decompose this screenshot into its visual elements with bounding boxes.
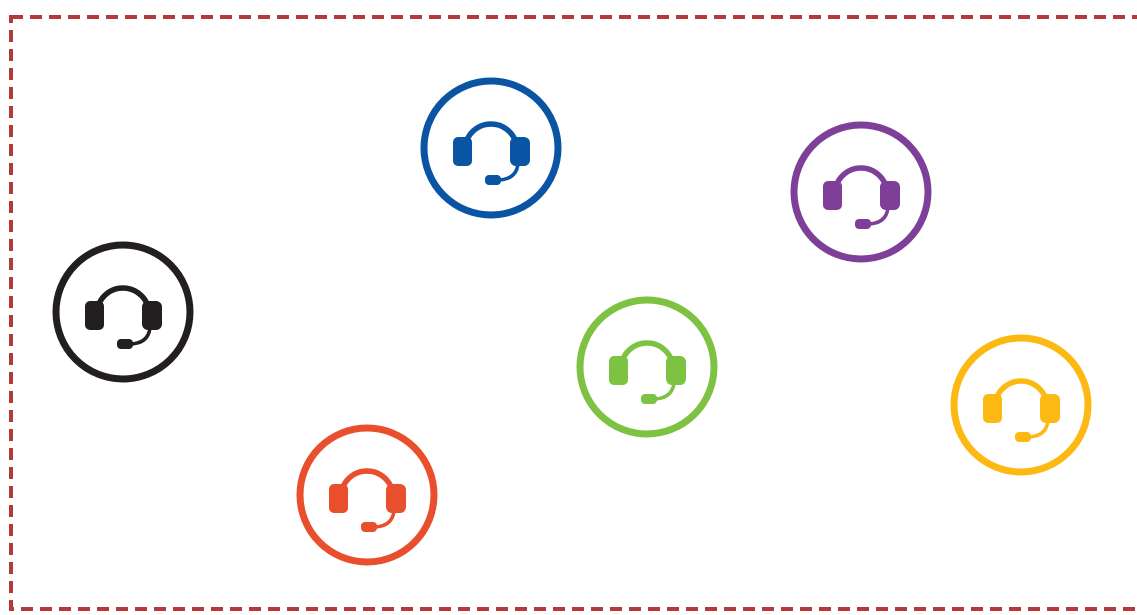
ring: [296, 424, 438, 566]
headset-purple: [790, 121, 932, 263]
headset-black: [52, 241, 194, 383]
headset-orange: [296, 424, 438, 566]
ring: [576, 296, 718, 438]
headset-icon: [85, 285, 162, 349]
headset-yellow: [950, 334, 1092, 476]
headsets-layer: [52, 77, 1092, 566]
headset-green: [576, 296, 718, 438]
ring: [52, 241, 194, 383]
intercom-diagram: [9, 15, 1137, 611]
ring: [420, 77, 562, 219]
headset-icon: [823, 165, 900, 229]
headset-icon: [983, 378, 1060, 442]
ring: [950, 334, 1092, 476]
headset-icon: [609, 340, 686, 404]
headset-icon: [329, 468, 406, 532]
headset-blue: [420, 77, 562, 219]
ring: [790, 121, 932, 263]
headset-icon: [453, 121, 530, 185]
dashed-frame: [9, 15, 1137, 611]
